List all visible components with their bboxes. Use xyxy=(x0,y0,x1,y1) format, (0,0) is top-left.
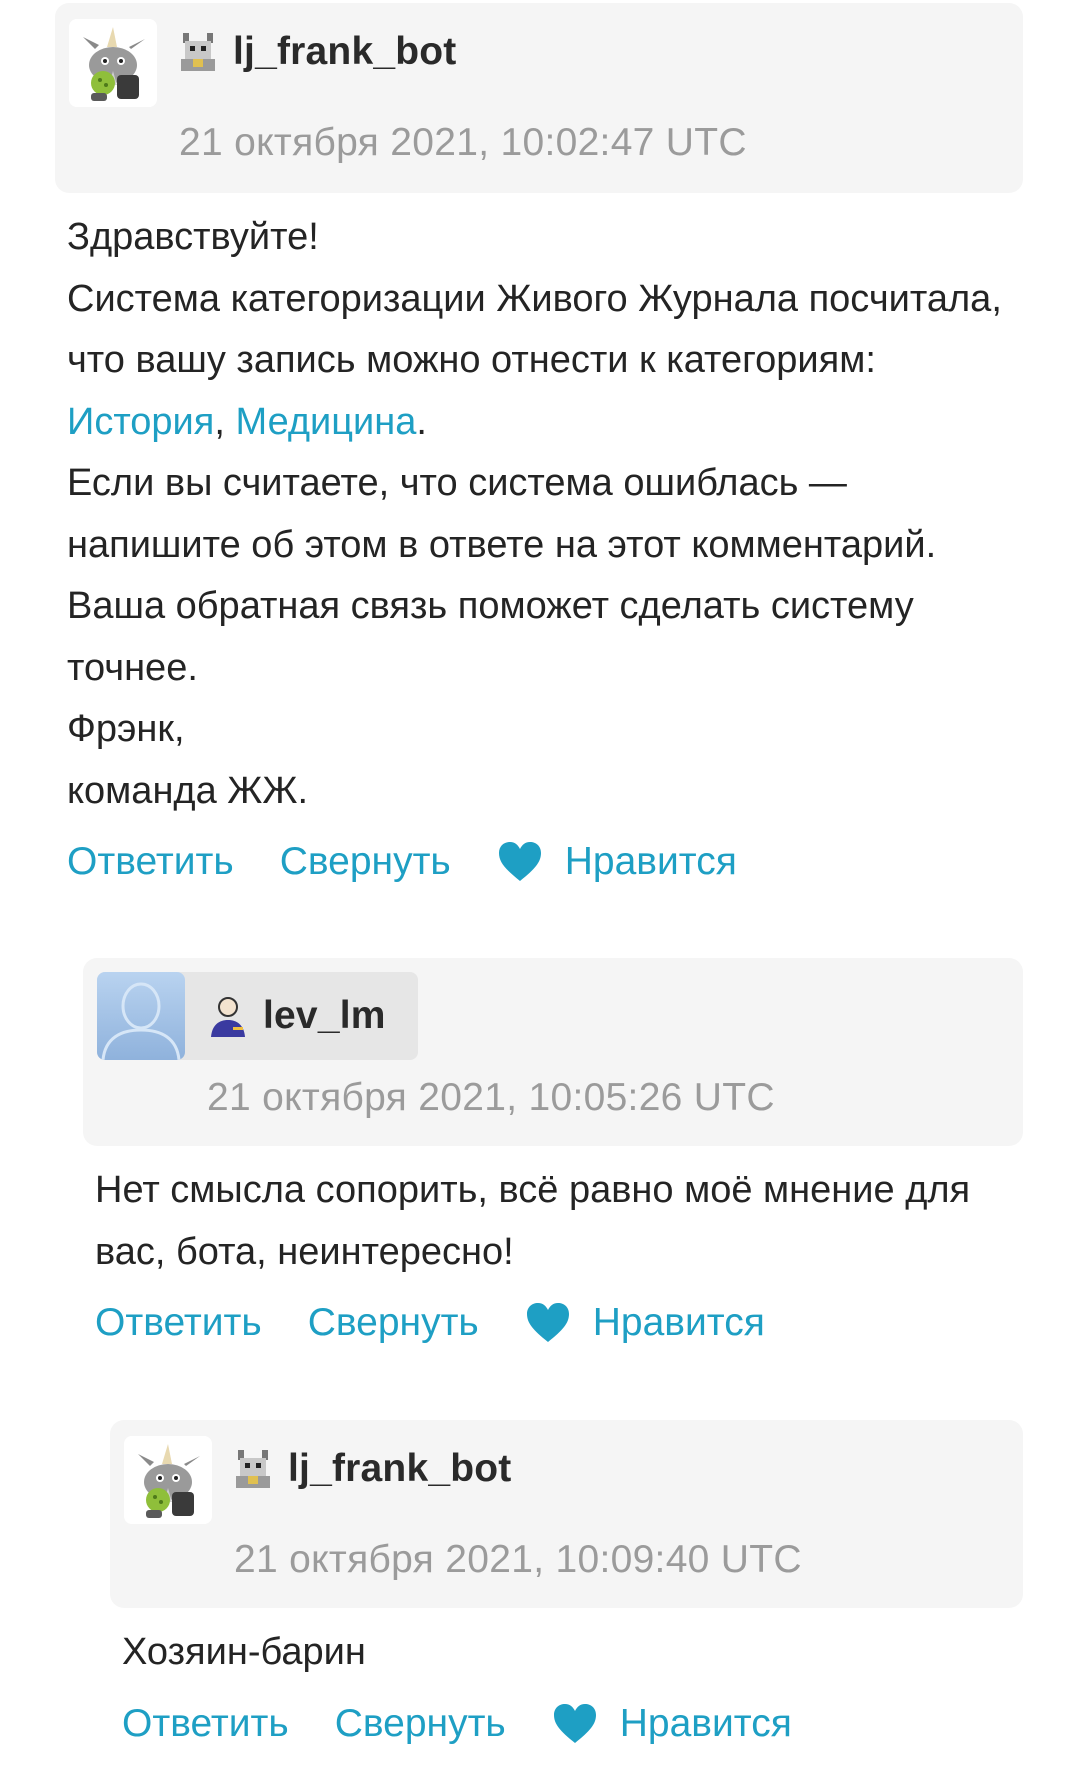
comment-body: Хозяин-барин xyxy=(122,1631,366,1673)
comment-date[interactable]: 21 октября 2021, 10:02:47 UTC xyxy=(179,121,747,165)
heart-icon[interactable] xyxy=(525,1302,571,1344)
user-card[interactable]: lev_lm xyxy=(97,972,418,1060)
period-text: . xyxy=(416,400,427,443)
user-info: lev_lm xyxy=(207,993,386,1039)
body-line: Фрэнк, xyxy=(67,708,185,750)
comment-header: lj_frank_bot 21 октября 2021, 10:09:40 U… xyxy=(110,1420,1023,1608)
reply-button[interactable]: Ответить xyxy=(67,840,234,884)
comment: lev_lm 21 октября 2021, 10:05:26 UTC Нет… xyxy=(83,958,1023,1345)
goat-user-icon xyxy=(232,1446,274,1492)
like-button[interactable]: Нравится xyxy=(620,1702,792,1746)
comment-actions: Ответить Свернуть Нравится xyxy=(95,1301,1011,1345)
like-button[interactable]: Нравится xyxy=(565,840,737,884)
comment: lj_frank_bot 21 октября 2021, 10:09:40 U… xyxy=(110,1420,1023,1746)
username-link[interactable]: lj_frank_bot xyxy=(233,30,456,74)
default-userpic xyxy=(97,972,185,1060)
username-link[interactable]: lev_lm xyxy=(263,994,386,1038)
user-info: lj_frank_bot xyxy=(232,1446,511,1492)
collapse-button[interactable]: Свернуть xyxy=(308,1301,479,1345)
like-button[interactable]: Нравится xyxy=(593,1301,765,1345)
username-link[interactable]: lj_frank_bot xyxy=(288,1447,511,1491)
frank-goat-avatar[interactable] xyxy=(124,1436,212,1524)
body-paragraph: Система категоризации Живого Журнала пос… xyxy=(67,269,1011,454)
collapse-button[interactable]: Свернуть xyxy=(335,1702,506,1746)
reply-button[interactable]: Ответить xyxy=(122,1702,289,1746)
comment-date[interactable]: 21 октября 2021, 10:09:40 UTC xyxy=(234,1538,802,1582)
person-user-icon xyxy=(207,993,249,1039)
heart-icon[interactable] xyxy=(497,841,543,883)
comment-body: Здравствуйте! Система категоризации Живо… xyxy=(67,207,1011,822)
separator-text: , xyxy=(214,400,236,443)
comment-header: lj_frank_bot 21 октября 2021, 10:02:47 U… xyxy=(55,3,1023,193)
collapse-button[interactable]: Свернуть xyxy=(280,840,451,884)
comment-actions: Ответить Свернуть Нравится xyxy=(67,840,1011,884)
frank-goat-avatar[interactable] xyxy=(69,19,157,107)
body-line: Здравствуйте! xyxy=(67,216,319,258)
comment-actions: Ответить Свернуть Нравится xyxy=(122,1702,1011,1746)
comment-body: Нет смысла сопорить, всё равно моё мнени… xyxy=(95,1169,971,1273)
body-text: Система категоризации Живого Журнала пос… xyxy=(67,277,1002,382)
body-line: команда ЖЖ. xyxy=(67,769,309,812)
heart-icon[interactable] xyxy=(552,1703,598,1745)
goat-user-icon xyxy=(177,29,219,75)
user-info: lj_frank_bot xyxy=(177,29,456,75)
body-paragraph: Если вы считаете, что система ошиблась —… xyxy=(67,462,937,689)
comment: lj_frank_bot 21 октября 2021, 10:02:47 U… xyxy=(55,3,1023,884)
category-link-history[interactable]: История xyxy=(67,401,214,443)
category-link-medicine[interactable]: Медицина xyxy=(236,401,417,443)
reply-button[interactable]: Ответить xyxy=(95,1301,262,1345)
comment-header: lev_lm 21 октября 2021, 10:05:26 UTC xyxy=(83,958,1023,1146)
comment-date[interactable]: 21 октября 2021, 10:05:26 UTC xyxy=(207,1076,775,1120)
